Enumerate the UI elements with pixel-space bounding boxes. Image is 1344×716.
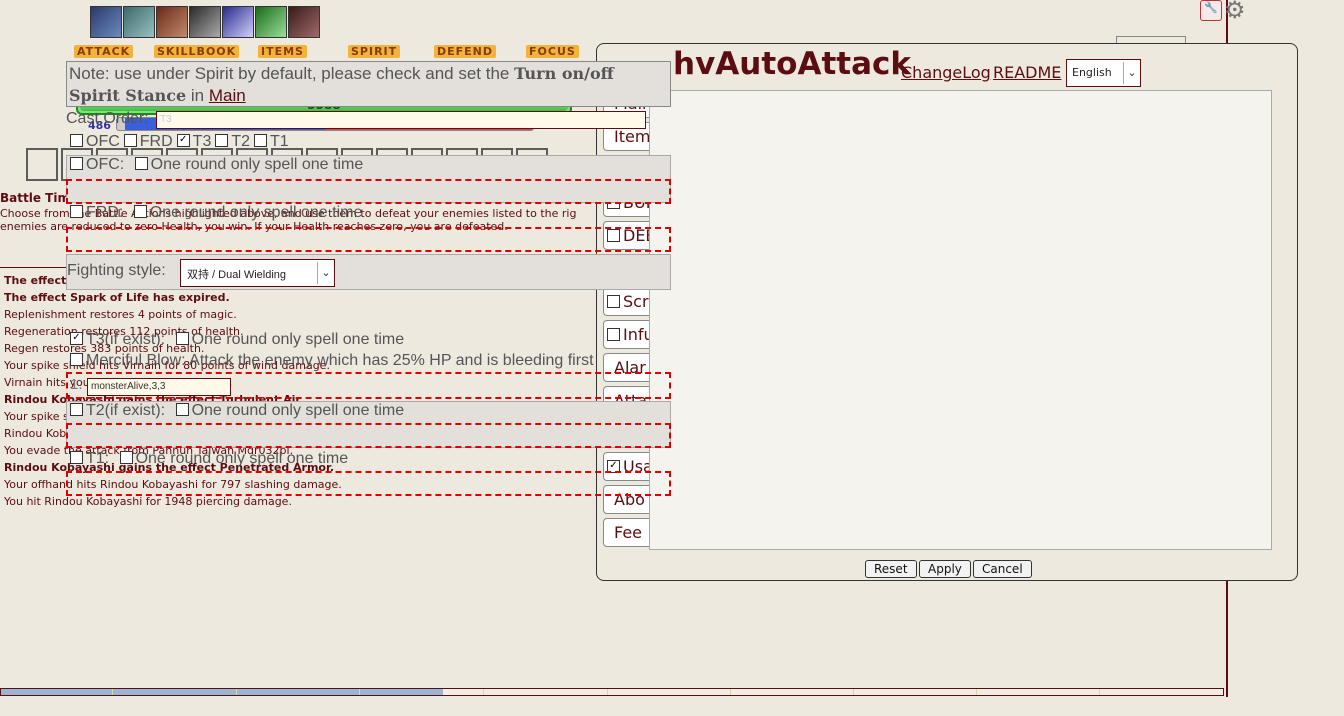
portrait-icon[interactable] — [222, 6, 254, 38]
dialog-title: hvAutoAttack — [673, 46, 911, 82]
t2-row: T2(if exist): One round only spell one t… — [70, 402, 404, 420]
portrait-icon[interactable] — [156, 6, 188, 38]
progress-bar — [0, 688, 1224, 696]
order-checkbox[interactable]: ✓ — [176, 134, 190, 148]
main-link[interactable]: Main — [209, 86, 246, 105]
ofc-row: OFC: One round only spell one time — [70, 156, 363, 174]
t1-row: T1: One round only spell one time — [70, 450, 348, 468]
merciful-checkbox[interactable] — [70, 353, 83, 367]
cancel-button[interactable]: Cancel — [973, 560, 1032, 578]
merciful-row: Merciful Blow: Attack the enemy which ha… — [70, 352, 594, 370]
t2-one-round-checkbox[interactable] — [175, 403, 189, 417]
frd-row: FRD: One round only spell one time — [70, 204, 362, 222]
order-option-label: T2 — [231, 133, 251, 150]
order-checkbox[interactable] — [123, 134, 137, 148]
tab-panel — [649, 90, 1272, 550]
t3-conditions[interactable]: 1. monsterAlive,3,3 — [66, 372, 671, 399]
items-button[interactable]: ITEMS — [258, 45, 307, 58]
ofc-one-round-checkbox[interactable] — [134, 157, 148, 171]
defend-button[interactable]: DEFEND — [434, 45, 497, 58]
order-checkbox[interactable] — [254, 134, 268, 148]
t3-one-round-checkbox[interactable] — [175, 332, 189, 346]
chevron-down-icon: ⌄ — [317, 262, 334, 284]
changelog-link[interactable]: ChangeLog — [901, 63, 991, 82]
tab-label: Item — [614, 127, 651, 146]
ofc-conditions[interactable] — [66, 179, 671, 204]
t1-one-round-checkbox[interactable] — [119, 451, 133, 465]
fighting-style-section: Fighting style: 双持 / Dual Wielding ⌄ — [66, 254, 671, 290]
t1-conditions[interactable] — [66, 471, 671, 496]
order-option-label: OFC — [86, 133, 120, 150]
order-option-label: T1 — [270, 133, 289, 150]
quickbar-slot[interactable] — [26, 148, 58, 181]
portrait-icon[interactable] — [90, 6, 122, 38]
skillbook-button[interactable]: SKILLBOOK — [154, 45, 240, 58]
t3-checkbox[interactable]: ✓ — [70, 332, 83, 346]
t3-row: ✓ T3(if exist): One round only spell one … — [70, 331, 404, 349]
language-select[interactable]: English ⌄ — [1066, 59, 1141, 87]
portrait-icon[interactable] — [255, 6, 287, 38]
attack-button[interactable]: ATTACK — [74, 45, 134, 58]
order-option-label: T3 — [192, 133, 212, 150]
gear-icon[interactable]: ⚙ — [1224, 0, 1246, 24]
portrait-icon[interactable] — [288, 6, 320, 38]
frd-conditions[interactable] — [66, 227, 671, 252]
note-box: Note: use under Spirit by default, pleas… — [66, 61, 671, 107]
ofc-checkbox[interactable] — [70, 157, 83, 171]
tab-checkbox[interactable] — [607, 328, 620, 341]
monster-portraits — [90, 6, 320, 38]
order-option-label: FRD — [139, 133, 173, 150]
t2-checkbox[interactable] — [70, 403, 83, 417]
fighting-style-select[interactable]: 双持 / Dual Wielding ⌄ — [180, 259, 335, 287]
readme-link[interactable]: README — [993, 63, 1061, 82]
t1-checkbox[interactable] — [70, 451, 83, 465]
condition-input[interactable]: monsterAlive,3,3 — [87, 378, 231, 396]
tab-checkbox[interactable] — [607, 295, 620, 308]
order-checkbox[interactable] — [70, 134, 83, 148]
settings-dialog: hvAutoAttack ChangeLog README English ⌄ … — [596, 43, 1298, 581]
spirit-button[interactable]: SPIRIT — [348, 45, 401, 58]
chevron-down-icon: ⌄ — [1123, 62, 1140, 84]
apply-button[interactable]: Apply — [919, 560, 971, 578]
t2-conditions[interactable] — [66, 423, 671, 448]
wrench-icon[interactable]: 🔧 — [1200, 0, 1222, 21]
battle-menu: ATTACK SKILLBOOK ITEMS SPIRIT DEFEND FOC… — [74, 45, 594, 61]
portrait-icon[interactable] — [189, 6, 221, 38]
log-entry: Replenishment restores 4 points of magic… — [4, 308, 237, 321]
frd-one-round-checkbox[interactable] — [133, 205, 147, 219]
focus-button[interactable]: FOCUS — [526, 45, 579, 58]
order-checkbox[interactable] — [215, 134, 229, 148]
tab-label: Fee — [614, 523, 643, 542]
frd-checkbox[interactable] — [70, 205, 83, 219]
reset-button[interactable]: Reset — [865, 560, 917, 578]
cast-order-row: Cast Order: — [66, 110, 149, 127]
cast-order-input[interactable]: T3 — [156, 111, 646, 129]
fighting-style-label: Fighting style: — [67, 262, 166, 279]
log-entry: The effect Spark of Life has expired. — [4, 291, 230, 304]
portrait-icon[interactable] — [123, 6, 155, 38]
order-options: OFC FRD ✓ T3 T2 T1 — [70, 133, 293, 151]
